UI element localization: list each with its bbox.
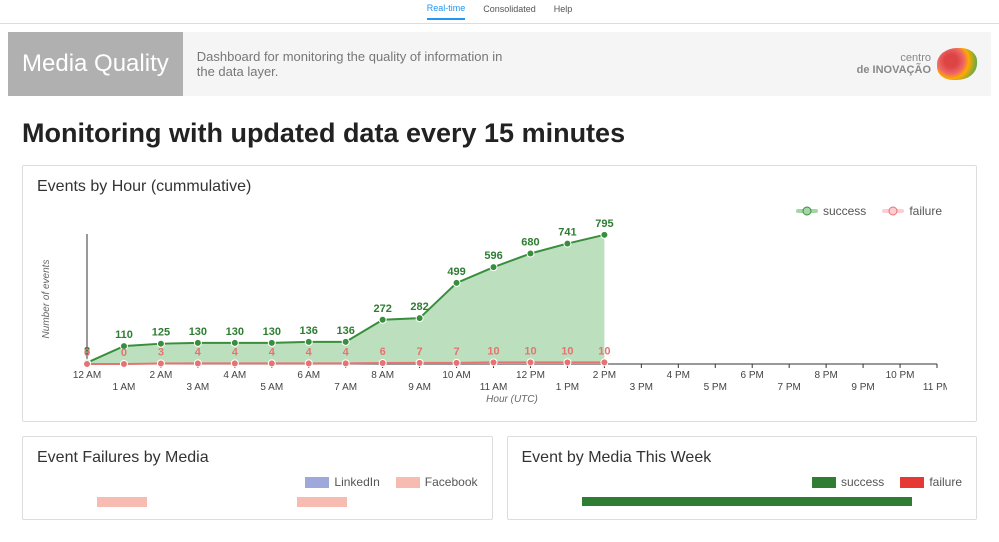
legend-facebook-icon (396, 477, 420, 488)
svg-text:1 AM: 1 AM (113, 382, 136, 393)
chart3-bars-peek (522, 497, 963, 506)
svg-text:6 PM: 6 PM (741, 370, 764, 381)
brand-line2: de INOVAÇÃO (857, 64, 931, 76)
chart3-legend: success failure (522, 475, 963, 489)
page-title: Monitoring with updated data every 15 mi… (22, 118, 977, 149)
svg-text:130: 130 (189, 326, 207, 338)
svg-text:136: 136 (337, 325, 355, 337)
legend-success-label: success (823, 204, 866, 218)
legend-facebook: Facebook (396, 475, 478, 489)
legend-failure2-label: failure (929, 475, 962, 489)
svg-text:4: 4 (232, 346, 239, 358)
svg-text:282: 282 (410, 301, 428, 313)
svg-text:1 PM: 1 PM (556, 382, 579, 393)
legend-success: success (796, 204, 866, 218)
brand-line1: centro (857, 52, 931, 64)
svg-text:7: 7 (454, 346, 460, 358)
svg-text:12 PM: 12 PM (516, 370, 545, 381)
chart2-legend: LinkedIn Facebook (37, 475, 478, 489)
page-desc: Dashboard for monitoring the quality of … (183, 32, 991, 96)
svg-text:11 PM: 11 PM (923, 382, 947, 393)
svg-text:795: 795 (595, 218, 613, 230)
svg-text:10: 10 (561, 345, 573, 357)
svg-text:3 AM: 3 AM (186, 382, 209, 393)
svg-text:7 PM: 7 PM (778, 382, 801, 393)
svg-text:596: 596 (484, 250, 502, 262)
header: Media Quality Dashboard for monitoring t… (8, 32, 991, 96)
card-title: Event by Media This Week (522, 449, 963, 467)
svg-text:10: 10 (524, 345, 536, 357)
desc-text: Dashboard for monitoring the quality of … (197, 49, 517, 79)
svg-text:Hour (UTC): Hour (UTC) (486, 394, 538, 404)
svg-text:0: 0 (84, 347, 90, 359)
svg-text:136: 136 (300, 325, 318, 337)
svg-text:130: 130 (263, 326, 281, 338)
svg-text:6: 6 (380, 346, 386, 358)
svg-text:10: 10 (487, 345, 499, 357)
chart2-bars-peek (37, 497, 478, 507)
svg-text:4 PM: 4 PM (667, 370, 690, 381)
svg-text:0: 0 (121, 347, 127, 359)
svg-text:6 AM: 6 AM (297, 370, 320, 381)
card-events-by-hour: Events by Hour (cummulative) success fai… (22, 165, 977, 422)
svg-text:4: 4 (195, 346, 202, 358)
legend-success2: success (812, 475, 884, 489)
svg-text:5 PM: 5 PM (704, 382, 727, 393)
chart-events-by-hour: success failure 12 AM 1 AM 2 AM 3 AM 4 AM 5 A… (37, 204, 962, 409)
svg-text:10 PM: 10 PM (886, 370, 915, 381)
svg-text:680: 680 (521, 237, 539, 249)
svg-text:130: 130 (226, 326, 244, 338)
svg-text:5 AM: 5 AM (260, 382, 283, 393)
card-by-media-week: Event by Media This Week success failure (507, 436, 978, 520)
svg-text:9 AM: 9 AM (408, 382, 431, 393)
svg-text:10 AM: 10 AM (442, 370, 470, 381)
legend-success2-icon (812, 477, 836, 488)
svg-text:4 AM: 4 AM (223, 370, 246, 381)
tab-help[interactable]: Help (554, 4, 573, 19)
svg-text:8 AM: 8 AM (371, 370, 394, 381)
page-brand-title: Media Quality (8, 32, 183, 96)
legend-failure-icon (882, 209, 904, 213)
tab-realtime[interactable]: Real-time (427, 3, 466, 20)
svg-text:4: 4 (343, 346, 350, 358)
svg-text:741: 741 (558, 227, 576, 239)
svg-text:11 AM: 11 AM (480, 382, 508, 393)
svg-text:3 PM: 3 PM (630, 382, 653, 393)
svg-text:Number of events: Number of events (41, 260, 52, 339)
svg-text:9 PM: 9 PM (851, 382, 874, 393)
svg-text:4: 4 (269, 346, 276, 358)
svg-text:3: 3 (158, 347, 164, 359)
svg-text:12 AM: 12 AM (73, 370, 101, 381)
card-title: Event Failures by Media (37, 449, 478, 467)
legend-failure: failure (882, 204, 942, 218)
svg-text:272: 272 (373, 303, 391, 315)
svg-text:10: 10 (598, 345, 610, 357)
legend-linkedin-label: LinkedIn (334, 475, 379, 489)
legend-failure2-icon (900, 477, 924, 488)
card-title: Events by Hour (cummulative) (37, 178, 962, 196)
brand-logo: centro de INOVAÇÃO (857, 48, 977, 80)
legend-failure2: failure (900, 475, 962, 489)
legend-failure-label: failure (909, 204, 942, 218)
legend-success-icon (796, 209, 818, 213)
tab-consolidated[interactable]: Consolidated (483, 4, 536, 19)
card-failures-by-media: Event Failures by Media LinkedIn Faceboo… (22, 436, 493, 520)
svg-text:110: 110 (115, 329, 133, 341)
svg-text:499: 499 (447, 266, 465, 278)
legend-linkedin: LinkedIn (305, 475, 379, 489)
chart-legend: success failure (796, 204, 942, 218)
brand-logo-icon (937, 48, 977, 80)
legend-success2-label: success (841, 475, 884, 489)
svg-text:2 AM: 2 AM (150, 370, 173, 381)
legend-linkedin-icon (305, 477, 329, 488)
svg-text:125: 125 (152, 327, 170, 339)
legend-facebook-label: Facebook (425, 475, 478, 489)
svg-text:7: 7 (417, 346, 423, 358)
svg-text:2 PM: 2 PM (593, 370, 616, 381)
chart-svg: 12 AM 1 AM 2 AM 3 AM 4 AM 5 AM 6 AM 7 AM 8 AM 9 A… (37, 204, 947, 404)
svg-text:7 AM: 7 AM (334, 382, 357, 393)
top-nav: Real-time Consolidated Help (0, 0, 999, 24)
svg-text:8 PM: 8 PM (814, 370, 837, 381)
svg-text:4: 4 (306, 346, 313, 358)
